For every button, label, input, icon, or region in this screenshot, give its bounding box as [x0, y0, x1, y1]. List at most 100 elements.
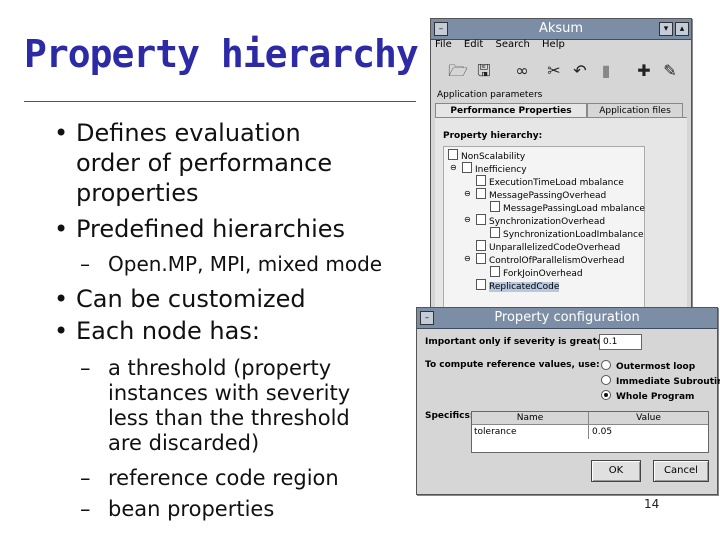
- column-header-value[interactable]: Value: [589, 412, 708, 425]
- specifics-label: Specifics:: [425, 411, 474, 421]
- aksum-window: – Aksum ▾ ▴ File Edit Search Help 🗁 🖫 ∞ …: [430, 18, 692, 310]
- sub-bullet-text: instances with severity: [108, 381, 351, 405]
- tree-item[interactable]: MessagePassingLoad mbalance: [490, 201, 645, 214]
- bullet-predefined: • Predefined hierarchies: [54, 214, 346, 244]
- tree-item[interactable]: ForkJoinOverhead: [490, 266, 583, 279]
- menu-file[interactable]: File: [435, 39, 452, 50]
- cell-name[interactable]: tolerance: [474, 427, 516, 437]
- sub-bullet-dash: –: [80, 252, 90, 276]
- sub-bullet-text: less than the threshold: [108, 406, 350, 430]
- new-icon[interactable]: ✚: [631, 59, 657, 83]
- sub-bullet-text: bean properties: [108, 497, 275, 521]
- bullet-dot: •: [54, 215, 69, 243]
- config-titlebar[interactable]: – Property configuration: [417, 308, 717, 329]
- binoculars-icon[interactable]: ∞: [509, 59, 535, 83]
- bullet-defines-order: • Defines evaluation order of performanc…: [54, 118, 333, 208]
- radio-outermost-loop[interactable]: Outermost loop: [601, 360, 695, 372]
- tree-item[interactable]: ⊖ SynchronizationOverhead: [464, 214, 605, 227]
- specifics-table: Name Value tolerance 0.05: [471, 411, 709, 453]
- cut-icon[interactable]: ✂: [541, 59, 567, 83]
- expand-toggle-icon[interactable]: ⊖: [464, 188, 471, 200]
- expand-toggle-icon[interactable]: ⊖: [450, 162, 457, 174]
- sub-bullet-text: are discarded): [108, 431, 260, 455]
- radio-immediate-subroutine[interactable]: Immediate Subroutine: [601, 375, 720, 387]
- bullet-text: Predefined hierarchies: [76, 215, 346, 243]
- radio-whole-program[interactable]: Whole Program: [601, 390, 694, 402]
- folder-icon: [476, 253, 486, 264]
- tree-item[interactable]: UnparallelizedCodeOverhead: [476, 240, 620, 253]
- sub-bullet-threshold: – a threshold (property instances with s…: [80, 356, 351, 456]
- expand-toggle-icon[interactable]: ⊖: [464, 253, 471, 265]
- reference-label: To compute reference values, use:: [425, 360, 600, 370]
- performance-properties-panel: Property hierarchy: NonScalability ⊖ Inef…: [435, 117, 687, 308]
- bullet-text: Can be customized: [76, 285, 306, 313]
- radio-circle: [601, 360, 611, 370]
- bullet-dot: •: [54, 317, 69, 345]
- delete-icon[interactable]: ▮: [593, 59, 619, 83]
- threshold-input[interactable]: 0.1: [599, 334, 642, 350]
- tree-item[interactable]: ⊖ MessagePassingOverhead: [464, 188, 606, 201]
- folder-icon: [476, 214, 486, 225]
- aksum-menubar: File Edit Search Help: [435, 39, 574, 55]
- ok-button[interactable]: OK: [591, 460, 641, 482]
- sub-bullet-dash: –: [80, 497, 91, 521]
- config-title: Property configuration: [494, 310, 640, 325]
- tree-item[interactable]: ⊖ Inefficiency: [450, 162, 527, 175]
- cancel-button[interactable]: Cancel: [653, 460, 709, 482]
- tree-item[interactable]: SynchronizationLoadImbalance: [490, 227, 644, 240]
- tree-title: Property hierarchy:: [443, 131, 543, 141]
- folder-icon: [476, 188, 486, 199]
- property-configuration-dialog: – Property configuration Important only …: [416, 307, 720, 495]
- bullet-text: Defines evaluation: [76, 119, 301, 147]
- sub-bullet-text: Open.MP, MPI, mixed mode: [108, 252, 383, 276]
- tree-item-selected[interactable]: ReplicatedCode: [476, 279, 560, 292]
- sub-bullet-openmp: – Open.MP, MPI, mixed mode: [80, 252, 383, 277]
- minimize-icon[interactable]: ▾: [659, 22, 673, 36]
- tab-application-parameters[interactable]: Application parameters: [437, 90, 542, 100]
- save-icon[interactable]: 🖫: [471, 59, 497, 83]
- file-icon: [490, 227, 500, 238]
- sub-bullet-text: a threshold (property: [108, 356, 332, 380]
- aksum-titlebar[interactable]: – Aksum ▾ ▴: [431, 19, 691, 40]
- tree-item[interactable]: NonScalability: [448, 149, 525, 162]
- slide-title: Property hierarchy: [24, 32, 419, 76]
- title-divider: [24, 101, 416, 102]
- tab-performance-properties[interactable]: Performance Properties: [435, 103, 587, 118]
- bullet-dot: •: [54, 285, 69, 313]
- bullet-each-node: • Each node has:: [54, 316, 260, 346]
- folder-icon: [462, 162, 472, 173]
- tab-application-files[interactable]: Application files: [587, 103, 683, 118]
- edit-icon[interactable]: ✎: [657, 59, 683, 83]
- tree-item[interactable]: ExecutionTimeLoad mbalance: [476, 175, 624, 188]
- file-icon: [448, 149, 458, 160]
- file-icon: [490, 201, 500, 212]
- bullet-text: Each node has:: [76, 317, 260, 345]
- bullet-text: properties: [76, 179, 199, 207]
- menu-edit[interactable]: Edit: [464, 39, 483, 50]
- aksum-title: Aksum: [538, 21, 584, 36]
- menu-help[interactable]: Help: [542, 39, 565, 50]
- bullet-text: order of performance: [76, 149, 333, 177]
- file-icon: [476, 279, 486, 290]
- column-header-name[interactable]: Name: [472, 412, 589, 425]
- bullet-dot: •: [54, 119, 69, 147]
- sub-bullet-text: reference code region: [108, 466, 339, 490]
- property-tree: NonScalability ⊖ Inefficiency ExecutionTi…: [443, 146, 645, 308]
- folder-open-icon[interactable]: 🗁: [445, 59, 471, 83]
- tree-item[interactable]: ⊖ ControlOfParallelismOverhead: [464, 253, 625, 266]
- sub-bullet-dash: –: [80, 356, 91, 380]
- bullet-customized: • Can be customized: [54, 284, 306, 314]
- radio-circle: [601, 375, 611, 385]
- expand-toggle-icon[interactable]: ⊖: [464, 214, 471, 226]
- file-icon: [476, 240, 486, 251]
- aksum-toolbar: 🗁 🖫 ∞ ✂ ↶ ▮ ✚ ✎: [445, 59, 685, 83]
- undo-icon[interactable]: ↶: [567, 59, 593, 83]
- sub-bullet-bean: – bean properties: [80, 497, 275, 522]
- maximize-icon[interactable]: ▴: [675, 22, 689, 36]
- cell-value[interactable]: 0.05: [592, 427, 612, 437]
- radio-circle-selected: [601, 390, 611, 400]
- sub-bullet-dash: –: [80, 466, 91, 490]
- menu-search[interactable]: Search: [495, 39, 529, 50]
- slide-number: 14: [644, 497, 660, 511]
- sub-bullet-reference: – reference code region: [80, 466, 339, 491]
